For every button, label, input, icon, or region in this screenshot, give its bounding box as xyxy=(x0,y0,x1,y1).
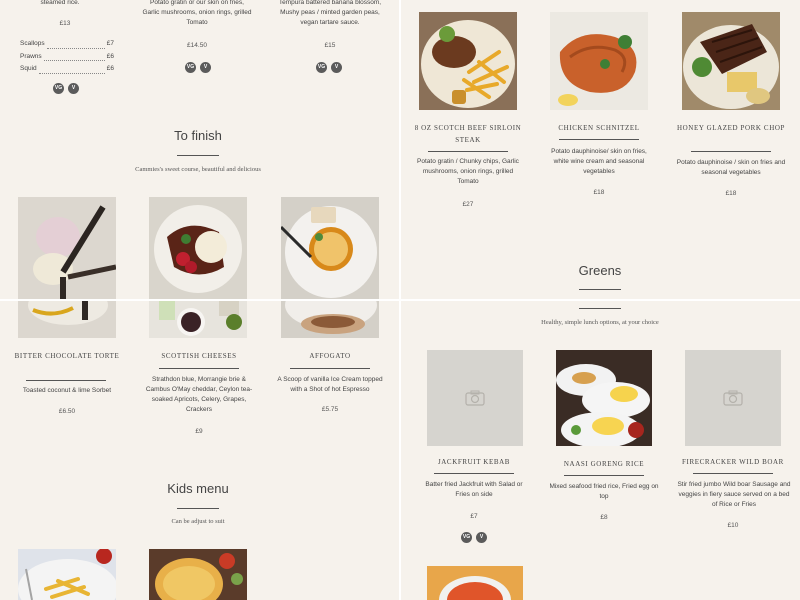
dessert-image-cheeses-bottom xyxy=(149,300,247,338)
dish-divider xyxy=(691,151,771,152)
vegetarian-badge: V xyxy=(200,62,211,73)
dessert-price: £6.50 xyxy=(58,408,76,415)
vegan-badge: VG xyxy=(53,83,64,94)
dish-price: £7 xyxy=(470,513,478,520)
image-placeholder xyxy=(685,350,781,446)
dish-divider xyxy=(693,473,773,474)
dish-title: JACKFRUIT KEBAB xyxy=(437,458,511,466)
dish-divider xyxy=(159,368,239,369)
item-price: £6 xyxy=(106,65,114,72)
dish-divider xyxy=(428,151,508,152)
dish-description: Batter fried Jackfruit with Salad or Fri… xyxy=(425,481,523,498)
camera-icon xyxy=(465,390,485,406)
dish-image-goreng-rice xyxy=(556,350,652,446)
vegetarian-badge: V xyxy=(476,532,487,543)
dish-image-soup xyxy=(427,566,523,600)
dessert-description: A Scoop of vanilla Ice Cream topped with… xyxy=(277,376,383,393)
dish-divider xyxy=(26,380,106,381)
section-divider xyxy=(579,308,621,309)
dish-title: NAASI GORENG RICE xyxy=(563,460,645,468)
vegetarian-badge: V xyxy=(68,83,79,94)
carry-price-2: £14.50 xyxy=(187,42,207,49)
dish-price: £18 xyxy=(593,189,605,196)
item-name: Squid xyxy=(20,65,37,72)
carry-text-1: steamed rice. xyxy=(40,0,80,6)
dessert-image-affogato xyxy=(281,197,379,300)
carry-price-1: £13 xyxy=(59,20,71,27)
dish-description: Potato dauphinoise/ skin on fries, white… xyxy=(551,148,647,175)
to-finish-subtitle: Cammies's sweet course, beautiful and de… xyxy=(135,166,261,173)
dish-price: £18 xyxy=(725,190,737,197)
dessert-image-torte xyxy=(18,197,116,300)
dish-title: 8 OZ SCOTCH BEEF SIRLOIN STEAK xyxy=(414,124,522,144)
seafood-list: Scallops £7 Prawns £6 Squid £6 xyxy=(20,40,114,78)
item-name: Scallops xyxy=(20,40,45,47)
dish-title: FIRECRACKER WILD BOAR xyxy=(682,458,784,466)
dish-price: £8 xyxy=(600,514,608,521)
bottom-right-panel: Healthy, simple lunch options, at your c… xyxy=(400,300,800,600)
dish-price: £27 xyxy=(462,201,474,208)
dish-image-schnitzel xyxy=(550,12,648,110)
vegetarian-badge: V xyxy=(331,62,342,73)
dessert-description: Toasted coconut & lime Sorbet xyxy=(22,387,112,394)
top-left-panel: steamed rice. £13 Potato gratin or our s… xyxy=(0,0,400,300)
dessert-description: Strathdon blue, Morrangie brie & Cambus … xyxy=(145,376,253,413)
image-placeholder xyxy=(427,350,523,446)
list-item: Scallops £7 xyxy=(20,40,114,53)
dish-title: CHICKEN SCHNITZEL xyxy=(558,124,640,132)
dish-divider xyxy=(290,368,370,369)
list-item: Squid £6 xyxy=(20,65,114,78)
dessert-price: £9 xyxy=(195,428,203,435)
dish-image-pork-chop xyxy=(682,12,780,110)
item-price: £6 xyxy=(106,52,114,60)
kids-image-mac-cheese xyxy=(149,549,247,600)
section-divider xyxy=(177,155,219,156)
dish-price: £10 xyxy=(727,522,739,529)
section-divider xyxy=(579,289,621,290)
dish-divider xyxy=(564,475,644,476)
vegan-badge: VG xyxy=(316,62,327,73)
dish-description: Potato gratin / Chunky chips, Garlic mus… xyxy=(417,158,519,185)
dessert-price: £5.75 xyxy=(321,406,339,413)
dessert-title: BITTER CHOCOLATE TORTE xyxy=(14,352,120,360)
dish-description: Potato dauphinoise / skin on fries and s… xyxy=(676,159,786,176)
dessert-image-affogato-bottom xyxy=(281,300,379,338)
carry-text-3: Tempura battered banana blossom, Mushy p… xyxy=(278,0,382,26)
camera-icon xyxy=(723,390,743,406)
dessert-image-torte-bottom xyxy=(18,300,116,338)
item-price: £7 xyxy=(106,40,114,47)
dessert-image-cheeses xyxy=(149,197,247,300)
to-finish-heading: To finish xyxy=(174,128,222,143)
greens-subtitle: Healthy, simple lunch options, at your c… xyxy=(541,319,659,326)
item-name: Prawns xyxy=(20,52,42,60)
panel-divider-horizontal xyxy=(0,299,800,301)
kids-menu-heading: Kids menu xyxy=(167,481,229,496)
dish-title: HONEY GLAZED PORK CHOP xyxy=(676,124,786,132)
vegan-badge: VG xyxy=(185,62,196,73)
dish-description: Mixed seafood fried rice, Fried egg on t… xyxy=(549,483,659,500)
dish-divider xyxy=(559,139,639,140)
list-item: Prawns £6 xyxy=(20,53,114,66)
carry-price-3: £15 xyxy=(324,42,336,49)
dish-description: Stir fried jumbo Wild boar Sausage and v… xyxy=(677,481,791,508)
dish-divider xyxy=(434,473,514,474)
greens-heading: Greens xyxy=(578,263,622,278)
vegan-badge: VG xyxy=(461,532,472,543)
top-right-panel: 8 OZ SCOTCH BEEF SIRLOIN STEAK Potato gr… xyxy=(400,0,800,300)
kids-menu-subtitle: Can be adjust to suit xyxy=(171,518,225,525)
carry-text-2: Potato gratin or our skin on fries, Garl… xyxy=(142,0,252,26)
dessert-title: SCOTTISH CHEESES xyxy=(161,352,237,360)
kids-image-fish-chips xyxy=(18,549,116,600)
dish-image-steak xyxy=(419,12,517,110)
section-divider xyxy=(177,508,219,509)
dessert-title: AFFOGATO xyxy=(309,352,351,360)
bottom-left-panel: BITTER CHOCOLATE TORTE Toasted coconut &… xyxy=(0,300,400,600)
